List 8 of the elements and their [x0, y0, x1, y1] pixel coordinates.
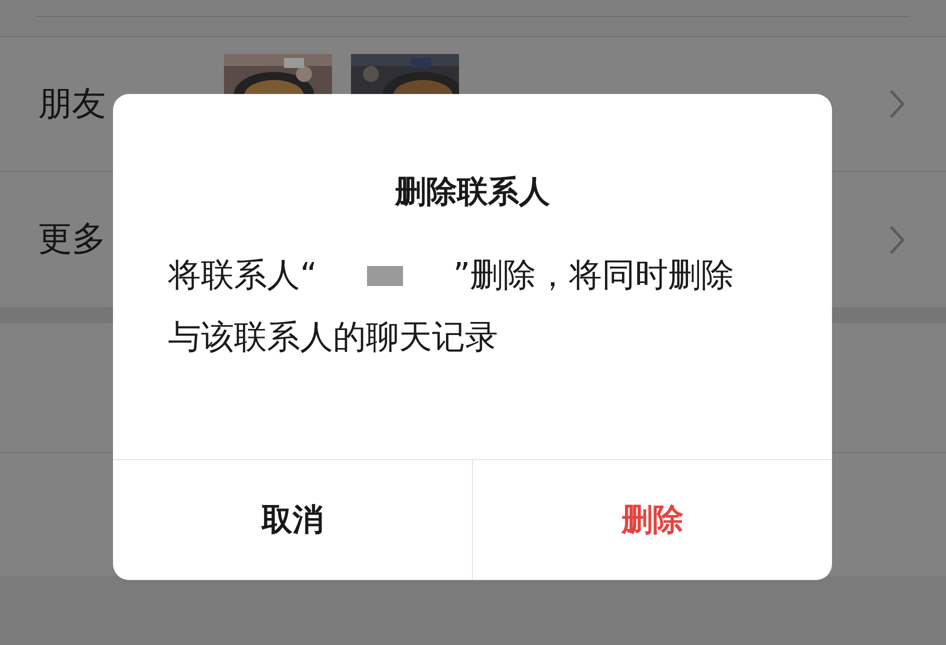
chevron-right-icon [888, 224, 906, 254]
dialog-message: 将联系人“ ”删除，将同时删除与该联系人的聊天记录 [167, 254, 736, 358]
dialog-title: 删除联系人 [394, 173, 551, 212]
row-label: 更多 [38, 218, 106, 261]
chevron-right-icon [888, 89, 906, 119]
row-label: 朋友 [38, 82, 106, 126]
cancel-button[interactable]: 取消 [113, 460, 472, 580]
delete-button[interactable]: 删除 [472, 460, 832, 580]
